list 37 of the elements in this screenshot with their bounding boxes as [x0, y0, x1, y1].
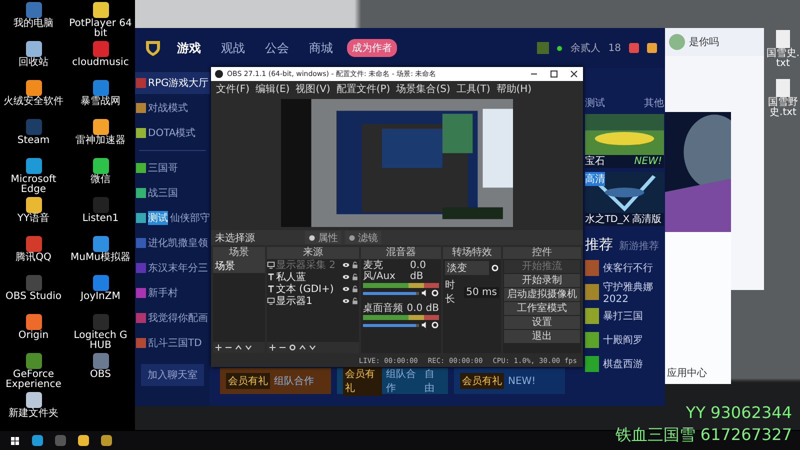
app-icon[interactable]	[26, 158, 42, 174]
app-icon[interactable]	[26, 197, 42, 213]
desktop-icon-label[interactable]: 回收站	[0, 58, 66, 68]
app-icon[interactable]	[92, 80, 108, 96]
windows-start-icon[interactable]	[10, 436, 20, 446]
app-icon[interactable]	[26, 392, 42, 408]
app-icon[interactable]	[26, 80, 42, 96]
desktop-icon-label[interactable]: OBS	[68, 370, 134, 380]
desktop-icon-label[interactable]: 我的电脑	[0, 19, 66, 29]
app-icon[interactable]	[92, 275, 108, 291]
desktop-icon-label[interactable]: YY语音	[0, 214, 66, 224]
desktop-icon-label[interactable]: 新建文件夹	[0, 409, 66, 419]
desktop-icon-label[interactable]: PotPlayer 64 bit	[68, 19, 134, 39]
app-icon[interactable]	[92, 158, 108, 174]
desktop-icon-label[interactable]: OBS Studio	[0, 292, 66, 302]
app-icon[interactable]	[92, 2, 108, 18]
desktop-icon-label[interactable]: Logitech G HUB	[68, 331, 134, 351]
desktop-icon-label[interactable]: Origin	[0, 331, 66, 341]
desktop-icon-label[interactable]: Steam	[0, 136, 66, 146]
app-icon[interactable]	[26, 41, 42, 57]
app-icon[interactable]	[26, 314, 42, 330]
desktop-icon-label[interactable]: MuMu模拟器	[68, 253, 134, 263]
desktop-icon-label[interactable]: JoyInZM	[68, 292, 134, 302]
app-icon[interactable]	[92, 119, 108, 135]
app-icon[interactable]	[92, 236, 108, 252]
desktop-icon-label[interactable]: 雷神加速器	[68, 136, 134, 146]
desktop-icon-label[interactable]: Microsoft Edge	[0, 175, 66, 195]
desktop-icon-label[interactable]: 微信	[68, 175, 134, 185]
desktop-icon-label[interactable]: 火绒安全软件	[0, 97, 66, 107]
overlay-text: 铁血三国雪 617267327	[615, 424, 792, 446]
app-icon[interactable]	[26, 353, 42, 369]
desktop-icon-label[interactable]: GeForce Experience	[0, 370, 66, 390]
desktop-icon-label[interactable]: 暴雪战网	[68, 97, 134, 107]
app-icon[interactable]	[78, 435, 89, 446]
desktop-icon-label[interactable]: Listen1	[68, 214, 134, 224]
desktop-icon-label[interactable]: 腾讯QQ	[0, 253, 66, 263]
desktop-icon-label[interactable]: cloudmusic	[68, 58, 134, 68]
